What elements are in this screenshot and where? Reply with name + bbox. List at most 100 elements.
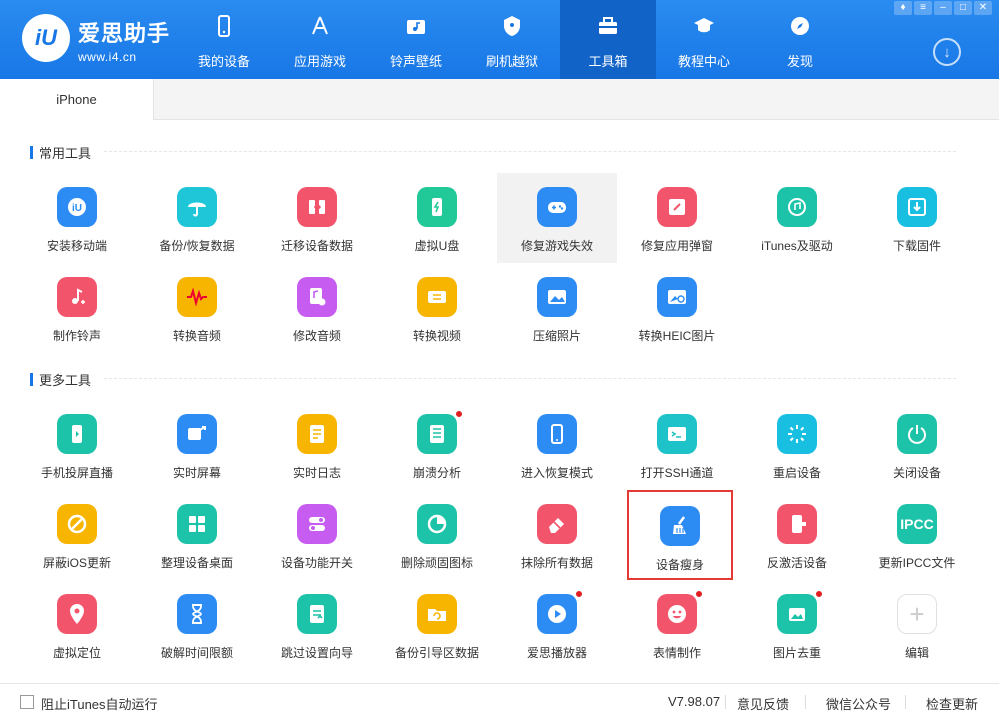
tool-label: 图片去重 [772, 646, 821, 660]
heic-photo-icon [657, 277, 697, 317]
section-title-common: 常用工具 [30, 145, 91, 161]
tool-log[interactable]: 实时日志 [257, 400, 377, 490]
nav-item-1[interactable]: 应用游戏 [272, 0, 368, 79]
tool-video-convert[interactable]: 转换视频 [377, 263, 497, 353]
feedback-link[interactable]: 意见反馈 [737, 694, 789, 713]
tool-grid[interactable]: 整理设备桌面 [137, 490, 257, 580]
tool-audio-edit[interactable]: 修改音频 [257, 263, 377, 353]
toolbox-icon [596, 14, 620, 38]
tool-pie[interactable]: 删除顽固图标 [377, 490, 497, 580]
tool-photo[interactable]: 压缩照片 [497, 263, 617, 353]
block-itunes-checkbox[interactable] [20, 695, 34, 709]
tool-download-box[interactable]: 下载固件 [857, 173, 977, 263]
tool-transfer[interactable]: 迁移设备数据 [257, 173, 377, 263]
umbrella-icon [177, 187, 217, 227]
emoji-icon [668, 605, 686, 623]
play-icon [548, 605, 566, 623]
menu-icon[interactable]: ≡ [914, 1, 932, 15]
tool-skip-wizard[interactable]: 跳过设置向导 [257, 580, 377, 670]
tool-ipcc[interactable]: IPCC 更新IPCC文件 [857, 490, 977, 580]
divider [805, 695, 806, 709]
deactivate-icon [792, 515, 806, 533]
close-icon[interactable]: ✕ [974, 1, 992, 15]
tool-gamepad[interactable]: 修复游戏失效 [497, 173, 617, 263]
phone-icon [212, 14, 236, 38]
download-manager-button[interactable]: ↓ [933, 38, 961, 66]
tool-power[interactable]: 关闭设备 [857, 400, 977, 490]
tool-label: 跳过设置向导 [280, 646, 353, 660]
location-pin-icon [57, 594, 97, 634]
deactivate-icon [777, 504, 817, 544]
pie-icon [427, 514, 447, 534]
nav-item-3[interactable]: 刷机越狱 [464, 0, 560, 79]
tool-block-update[interactable]: 屏蔽iOS更新 [17, 490, 137, 580]
nav-item-4[interactable]: 工具箱 [560, 0, 656, 79]
tool-terminal[interactable]: 打开SSH通道 [617, 400, 737, 490]
tool-waveform[interactable]: 转换音频 [137, 263, 257, 353]
tool-app-repair[interactable]: 修复应用弹窗 [617, 173, 737, 263]
tool-heic-photo[interactable]: 转换HEIC图片 [617, 263, 737, 353]
recovery-mode-icon [551, 424, 563, 444]
tool-toggle[interactable]: 设备功能开关 [257, 490, 377, 580]
waveform-icon [187, 287, 207, 307]
tool-label: 设备功能开关 [280, 556, 353, 570]
tool-emoji[interactable]: 表情制作 [617, 580, 737, 670]
tool-recovery-mode[interactable]: 进入恢复模式 [497, 400, 617, 490]
tool-label: 下载固件 [892, 239, 941, 253]
tool-broom[interactable]: 设备瘦身 [627, 490, 733, 580]
tool-hourglass[interactable]: 破解时间限额 [137, 580, 257, 670]
nav-label: 教程中心 [677, 54, 730, 69]
live-screen-icon [177, 414, 217, 454]
tool-deactivate[interactable]: 反激活设备 [737, 490, 857, 580]
tool-ringtone[interactable]: 制作铃声 [17, 263, 137, 353]
tool-location-pin[interactable]: 虚拟定位 [17, 580, 137, 670]
nav-item-6[interactable]: 发现 [752, 0, 848, 79]
tool-backup-folder[interactable]: 备份引导区数据 [377, 580, 497, 670]
tab-iphone[interactable]: iPhone [0, 79, 154, 120]
tool-play[interactable]: 爱思播放器 [497, 580, 617, 670]
shield-key-icon [500, 14, 524, 38]
tool-screen-cast[interactable]: 手机投屏直播 [17, 400, 137, 490]
nav-item-0[interactable]: 我的设备 [176, 0, 272, 79]
skip-wizard-icon [297, 594, 337, 634]
tool-itunes[interactable]: iTunes及驱动 [737, 173, 857, 263]
tool-label: 备份引导区数据 [394, 646, 479, 660]
tool-label: 修复应用弹窗 [640, 239, 713, 253]
brand-block: 爱思助手 www.i4.cn [78, 16, 170, 64]
tool-usb-drive[interactable]: 虚拟U盘 [377, 173, 497, 263]
wechat-link[interactable]: 微信公众号 [826, 694, 891, 713]
terminal-icon [668, 427, 686, 441]
block-itunes-label[interactable]: 阻止iTunes自动运行 [41, 694, 158, 713]
shirt-icon[interactable]: ♦ [894, 1, 912, 15]
minimize-icon[interactable]: – [934, 1, 952, 15]
nav-item-5[interactable]: 教程中心 [656, 0, 752, 79]
maximize-icon[interactable]: □ [954, 1, 972, 15]
nav-label: 发现 [786, 54, 813, 69]
tool-restart[interactable]: 重启设备 [737, 400, 857, 490]
tool-live-screen[interactable]: 实时屏幕 [137, 400, 257, 490]
nav-item-2[interactable]: 铃声壁纸 [368, 0, 464, 79]
tool-image-dedupe[interactable]: 图片去重 [737, 580, 857, 670]
compass-icon [788, 14, 812, 38]
hourglass-icon [177, 594, 217, 634]
tool-plus[interactable]: + 编辑 [857, 580, 977, 670]
arrow-down-icon: ↓ [943, 43, 951, 61]
nav-label: 铃声壁纸 [389, 54, 442, 69]
notification-dot [815, 590, 823, 598]
tool-label: 转换音频 [172, 329, 221, 343]
tool-label: 反激活设备 [766, 556, 827, 570]
tool-crash-analysis[interactable]: 崩溃分析 [377, 400, 497, 490]
crash-analysis-icon [417, 414, 457, 454]
itunes-icon [788, 198, 806, 216]
tool-iu-logo[interactable]: iU 安装移动端 [17, 173, 137, 263]
nav-label: 我的设备 [197, 54, 250, 69]
notification-dot [575, 590, 583, 598]
tool-label: 手机投屏直播 [40, 466, 113, 480]
tool-umbrella[interactable]: 备份/恢复数据 [137, 173, 257, 263]
tool-eraser[interactable]: 抹除所有数据 [497, 490, 617, 580]
tool-label: 实时日志 [292, 466, 341, 480]
check-update-link[interactable]: 检查更新 [926, 694, 978, 713]
tool-label: 修改音频 [292, 329, 341, 343]
tool-label: 虚拟定位 [52, 646, 101, 660]
plus-icon: + [897, 594, 937, 634]
